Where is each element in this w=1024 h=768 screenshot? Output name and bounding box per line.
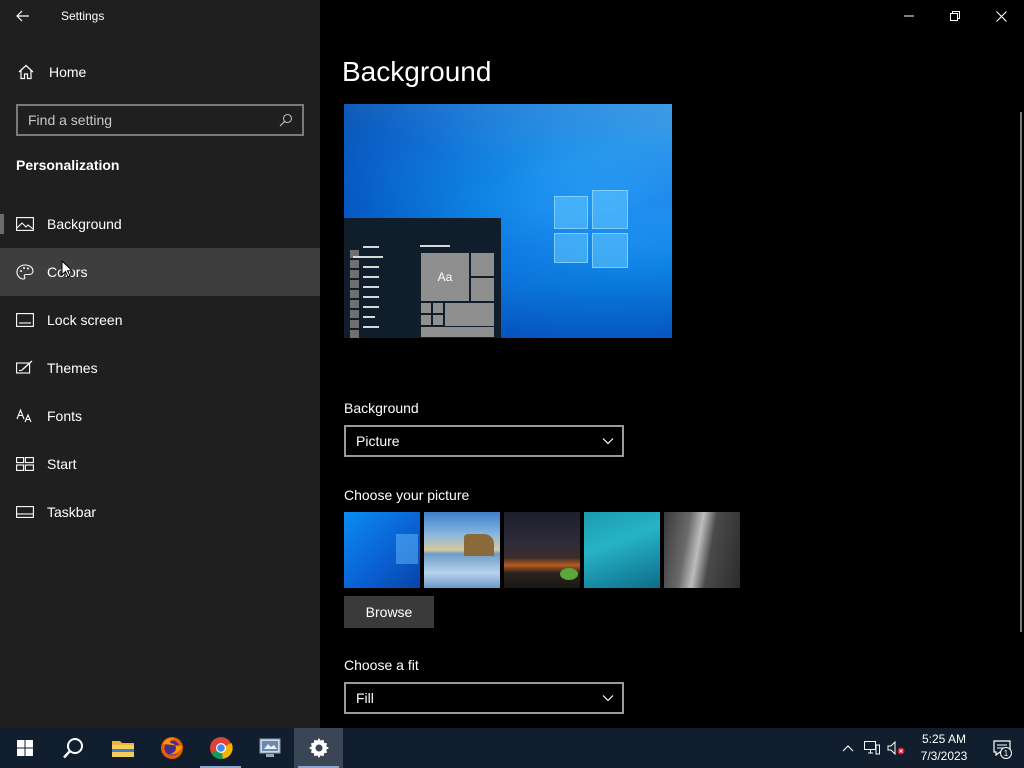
close-button[interactable]: [978, 0, 1024, 32]
background-dropdown-value: Picture: [356, 433, 400, 449]
fit-dropdown-value: Fill: [356, 690, 374, 706]
home-nav-item[interactable]: Home: [0, 52, 320, 92]
mouse-cursor-icon: [61, 260, 73, 278]
browse-button[interactable]: Browse: [344, 596, 434, 628]
window-controls: [886, 0, 1024, 32]
sidebar-item-background[interactable]: Background: [0, 200, 320, 248]
network-button[interactable]: [860, 728, 884, 768]
sidebar-item-fonts[interactable]: Fonts: [0, 392, 320, 440]
chevron-down-icon: [602, 695, 614, 702]
picture-thumbnails: [344, 512, 740, 588]
clock[interactable]: 5:25 AM 7/3/2023: [908, 731, 980, 765]
search-input[interactable]: [18, 112, 279, 128]
chrome-icon: [209, 737, 233, 760]
sidebar-item-colors[interactable]: Colors: [0, 248, 320, 296]
sidebar-item-lock-screen[interactable]: Lock screen: [0, 296, 320, 344]
settings-sidebar: Settings Home Personalization Background…: [0, 0, 320, 728]
action-center-button[interactable]: 1: [980, 728, 1024, 768]
sidebar-item-themes[interactable]: Themes: [0, 344, 320, 392]
scrollbar[interactable]: [1020, 112, 1022, 632]
tray-overflow-button[interactable]: [836, 728, 860, 768]
close-icon: [995, 10, 1007, 22]
settings-icon: [308, 738, 329, 758]
start-menu-preview: Aa: [344, 218, 501, 338]
chevron-down-icon: [602, 438, 614, 445]
picture-thumbnail-5[interactable]: [664, 512, 740, 588]
background-dropdown[interactable]: Picture: [344, 425, 624, 457]
taskbar-chrome[interactable]: [196, 728, 245, 768]
taskbar: 5:25 AM 7/3/2023 1: [0, 728, 1024, 768]
network-icon: [864, 741, 880, 755]
picture-icon: [16, 215, 34, 233]
file-explorer-icon: [111, 741, 134, 757]
notification-badge: 1: [1000, 747, 1012, 759]
picture-thumbnail-4[interactable]: [584, 512, 660, 588]
desktop-preview: Aa: [344, 104, 672, 338]
fonts-icon: [16, 407, 34, 425]
back-button[interactable]: [0, 0, 46, 32]
restore-icon: [950, 11, 960, 21]
fit-dropdown[interactable]: Fill: [344, 682, 624, 714]
search-icon: [62, 738, 83, 759]
back-arrow-icon: [16, 10, 29, 22]
section-title: Personalization: [16, 157, 120, 173]
system-tray: 5:25 AM 7/3/2023 1: [836, 728, 1024, 768]
taskbar-settings[interactable]: [294, 728, 343, 768]
taskbar-firefox[interactable]: [147, 728, 196, 768]
windows-logo-icon: [554, 190, 628, 268]
restore-button[interactable]: [932, 0, 978, 32]
window-title: Settings: [61, 9, 105, 23]
preview-tile-text: Aa: [420, 252, 470, 302]
home-label: Home: [49, 64, 87, 80]
firefox-icon: [160, 737, 183, 759]
sidebar-item-label: Themes: [47, 360, 98, 376]
palette-icon: [16, 263, 34, 281]
sidebar-item-label: Start: [47, 456, 77, 472]
taskbar-icon: [16, 503, 34, 521]
background-label: Background: [344, 400, 419, 416]
home-icon: [18, 64, 34, 80]
clock-time: 5:25 AM: [921, 732, 967, 746]
taskbar-file-explorer[interactable]: [98, 728, 147, 768]
clock-date: 7/3/2023: [920, 749, 968, 763]
sidebar-item-label: Taskbar: [47, 504, 97, 520]
personalization-nav: Background Colors Lock screen Themes Fon…: [0, 200, 320, 536]
sidebar-item-start[interactable]: Start: [0, 440, 320, 488]
start-button[interactable]: [0, 728, 49, 768]
search-box[interactable]: [16, 104, 304, 136]
windows-start-icon: [16, 740, 33, 756]
minimize-button[interactable]: [886, 0, 932, 32]
title-bar: Settings: [0, 0, 320, 32]
sidebar-item-label: Background: [47, 216, 122, 232]
choose-picture-label: Choose your picture: [344, 487, 470, 503]
picture-thumbnail-2[interactable]: [424, 512, 500, 588]
taskbar-search-button[interactable]: [49, 728, 98, 768]
control-panel-icon: [259, 738, 280, 757]
volume-muted-icon: [887, 741, 905, 755]
minimize-icon: [904, 15, 914, 17]
start-menu-icon: [16, 455, 34, 473]
volume-button[interactable]: [884, 728, 908, 768]
picture-thumbnail-3[interactable]: [504, 512, 580, 588]
sidebar-item-label: Lock screen: [47, 312, 123, 328]
page-title: Background: [342, 56, 492, 87]
settings-content: Background Aa Background Picture Choose …: [320, 0, 1024, 728]
lock-screen-icon: [16, 311, 34, 329]
sidebar-item-taskbar[interactable]: Taskbar: [0, 488, 320, 536]
picture-thumbnail-1[interactable]: [344, 512, 420, 588]
sidebar-item-label: Fonts: [47, 408, 83, 424]
themes-icon: [16, 359, 34, 377]
search-icon: [279, 113, 293, 127]
chevron-up-icon: [842, 745, 854, 752]
choose-fit-label: Choose a fit: [344, 657, 419, 673]
taskbar-control-panel[interactable]: [245, 728, 294, 768]
